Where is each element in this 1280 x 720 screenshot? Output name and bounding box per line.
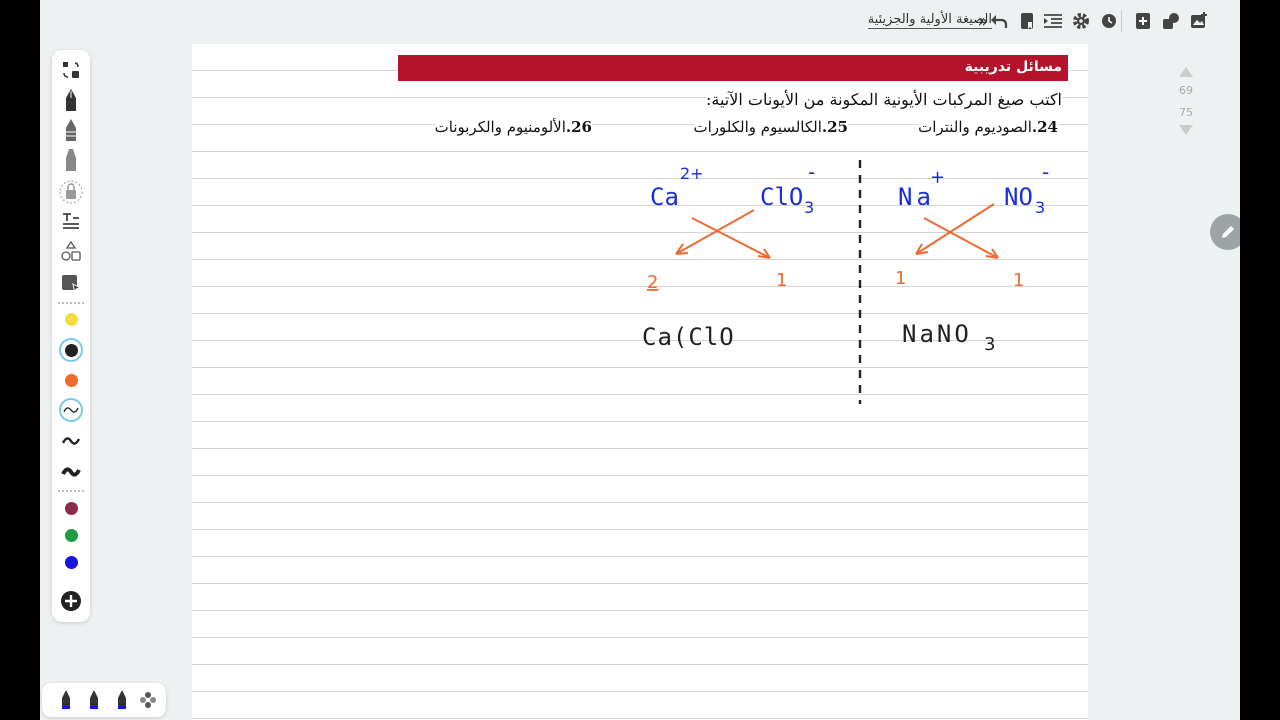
ink-ca-charge: 2+ <box>680 164 704 183</box>
ink-right-sub-2: 1 <box>1013 270 1024 291</box>
next-page-number: 75 <box>1179 106 1193 119</box>
ink-nano3: NaNO <box>902 320 972 348</box>
tool-palette <box>52 50 90 622</box>
ink-nano3-sub: 3 <box>984 334 995 355</box>
ink-arrow <box>915 203 995 255</box>
ink-ca-clo3-partial: Ca(ClO <box>642 323 735 351</box>
pen-preset-icon[interactable] <box>54 688 78 712</box>
color-swatch-black[interactable] <box>59 338 83 362</box>
plus-icon[interactable] <box>59 589 83 613</box>
ink-ca: Ca <box>650 183 679 211</box>
stroke-medium-icon[interactable] <box>59 429 83 453</box>
ink-clo: ClO <box>760 183 803 211</box>
prev-page-number: 69 <box>1179 84 1193 97</box>
color-swatch-blue[interactable] <box>59 550 83 574</box>
list-icon[interactable] <box>1042 10 1064 32</box>
pencil-icon <box>1222 226 1234 238</box>
highlighter-icon[interactable] <box>59 148 83 172</box>
palette-divider <box>58 302 84 304</box>
top-toolbar: » الصيغة الأولية والجزيئية <box>40 0 1240 42</box>
scroll-down-icon[interactable] <box>1178 124 1194 136</box>
shapes-icon[interactable] <box>1160 10 1182 32</box>
image-icon[interactable] <box>1188 10 1210 32</box>
color-wheel-icon[interactable] <box>136 688 160 712</box>
color-swatch-maroon[interactable] <box>59 496 83 520</box>
settings-icon[interactable] <box>1070 10 1092 32</box>
ink-na-charge: + <box>930 167 945 188</box>
stroke-thick-icon[interactable] <box>59 460 83 484</box>
notebook-page[interactable]: مسائل تدريبية اكتب صيغ المركبات الأيونية… <box>192 44 1088 720</box>
eraser-icon[interactable] <box>59 180 83 204</box>
favorite-pens-tray <box>42 683 166 717</box>
color-swatch-yellow[interactable] <box>59 307 83 331</box>
ink-no: NO <box>1004 183 1033 211</box>
bookmark-icon[interactable] <box>1016 10 1038 32</box>
ink-arrow <box>675 209 755 255</box>
ink-no3-sub: 3 <box>1035 198 1045 217</box>
color-swatch-orange[interactable] <box>59 368 83 392</box>
color-swatch-green[interactable] <box>59 523 83 547</box>
toolbar-divider <box>1121 10 1122 32</box>
lasso-icon[interactable] <box>59 58 83 82</box>
stroke-thin-icon[interactable] <box>59 398 83 422</box>
ink-clo3-charge: - <box>808 160 815 184</box>
page-scroller[interactable]: 69 75 <box>1166 62 1206 142</box>
fountain-pen-icon[interactable] <box>59 88 83 112</box>
palette-divider <box>58 490 84 492</box>
select-icon[interactable] <box>59 272 83 296</box>
history-icon[interactable] <box>1098 10 1120 32</box>
handwriting-layer: Na + NO 3 - 1 1 NaNO 3 Ca 2+ ClO 3 - 2 1… <box>642 160 1049 404</box>
pencil-icon[interactable] <box>59 118 83 142</box>
ink-right-sub-1: 1 <box>895 268 906 289</box>
document-title[interactable]: الصيغة الأولية والجزيئية <box>867 12 992 29</box>
add-page-icon[interactable] <box>1132 10 1154 32</box>
ink-left-sub-1: 2 <box>647 272 658 293</box>
pen-preset-icon[interactable] <box>110 688 134 712</box>
pen-preset-icon[interactable] <box>82 688 106 712</box>
ink-no3-charge: - <box>1042 160 1049 184</box>
notes-app: » الصيغة الأولية والجزيئية مسائل تدريبية… <box>40 0 1240 720</box>
scroll-up-icon[interactable] <box>1178 66 1194 78</box>
ink-left-sub-2: 1 <box>776 270 787 291</box>
shapes-icon[interactable] <box>59 240 83 264</box>
ink-clo3-sub: 3 <box>804 198 814 217</box>
edit-pencil-button[interactable] <box>1210 214 1240 250</box>
text-icon[interactable] <box>59 210 83 234</box>
